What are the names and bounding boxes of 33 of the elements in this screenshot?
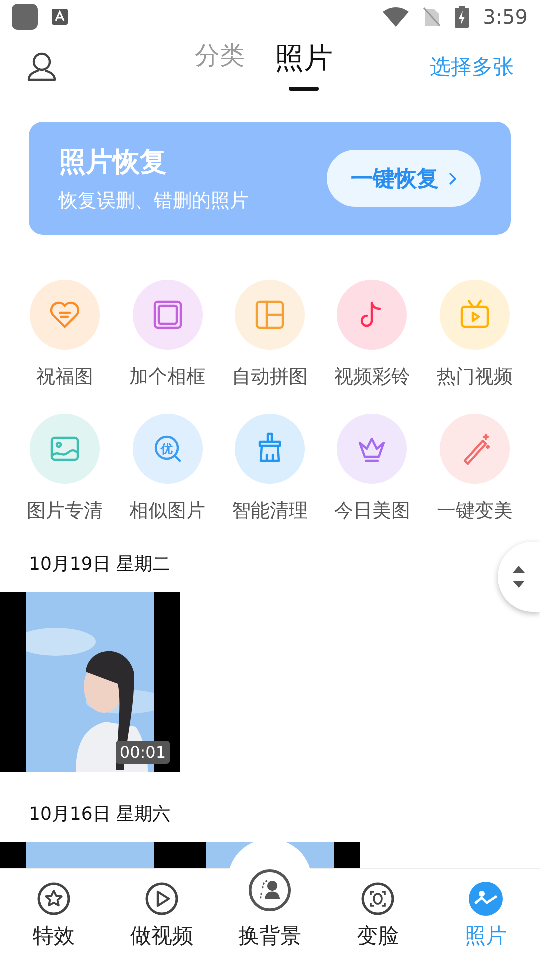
tool-item[interactable]: 自动拼图 <box>218 280 322 390</box>
scroll-handle[interactable] <box>498 542 540 612</box>
tool-item[interactable]: 今日美图 <box>321 414 424 524</box>
video-thumbnail[interactable]: 00:01 <box>0 592 180 772</box>
clock-time: 3:59 <box>483 5 528 29</box>
nav-tab[interactable]: 做视频 <box>108 869 216 960</box>
sort-arrows-icon <box>512 564 526 590</box>
wifi-icon <box>383 7 410 27</box>
profile-icon[interactable] <box>26 52 58 82</box>
duration-label: 00:01 <box>116 741 170 764</box>
tool-item[interactable]: 祝福图 <box>14 280 116 390</box>
nav-tab[interactable]: 换背景 <box>216 869 324 960</box>
no-sim-icon <box>423 7 442 27</box>
nav-tab[interactable]: 变脸 <box>324 869 432 960</box>
tool-item[interactable]: 视频彩铃 <box>321 280 424 390</box>
face-scan-icon <box>361 882 395 916</box>
app-icon <box>12 4 38 30</box>
tool-item[interactable]: 热门视频 <box>424 280 526 390</box>
date-heading: 10月16日 星期六 <box>29 803 171 826</box>
play-icon <box>145 882 179 916</box>
tool-item[interactable]: 图片专清 <box>14 414 116 524</box>
tool-item[interactable]: 一键变美 <box>424 414 526 524</box>
keyboard-icon <box>52 9 68 25</box>
banner-subtitle: 恢复误删、错删的照片 <box>59 188 249 214</box>
battery-icon <box>455 6 470 28</box>
tool-item[interactable]: 优 相似图片 <box>116 414 219 524</box>
banner-title: 照片恢复 <box>59 146 168 180</box>
date-heading: 10月19日 星期二 <box>29 553 171 576</box>
tool-item[interactable]: 智能清理 <box>218 414 322 524</box>
photo-icon <box>469 882 503 916</box>
tool-item[interactable]: 加个相框 <box>116 280 219 390</box>
nav-tab[interactable]: 特效 <box>0 869 108 960</box>
header-tab[interactable]: 照片 <box>275 39 333 95</box>
